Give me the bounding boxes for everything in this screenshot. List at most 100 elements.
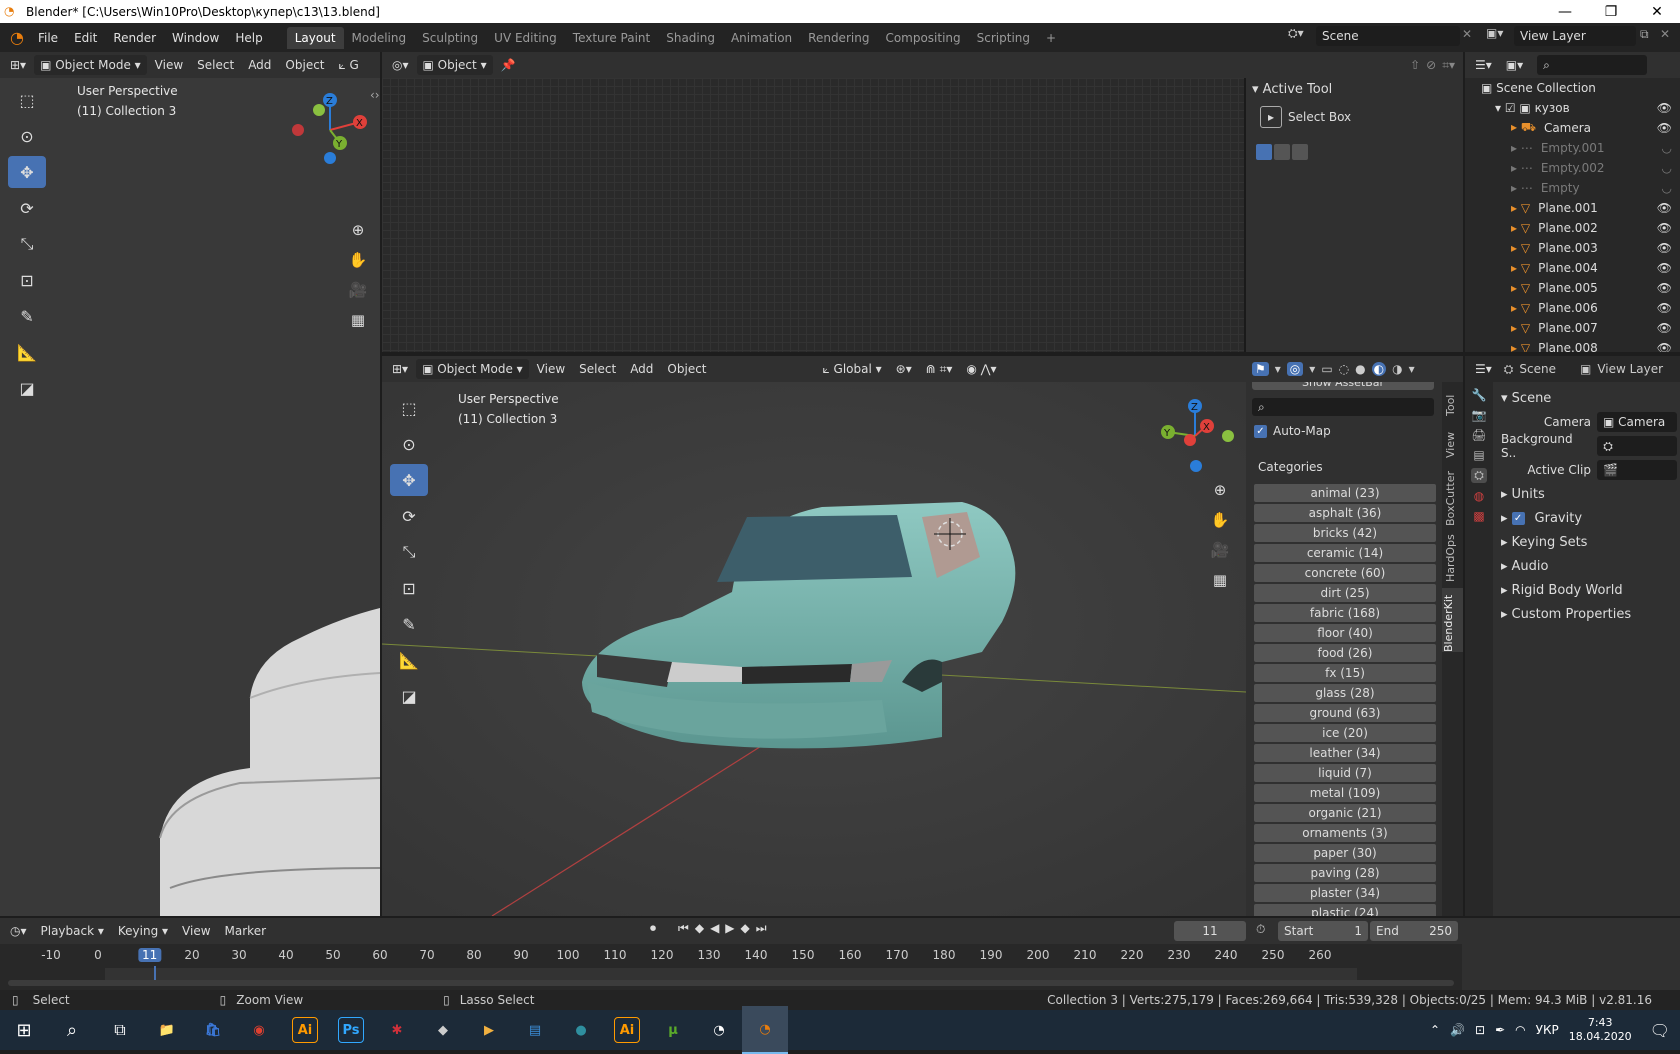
category-button[interactable]: food (26) [1254, 644, 1436, 662]
tool-props-icon[interactable]: 🔧 [1472, 388, 1487, 402]
menu-render[interactable]: Render [105, 27, 164, 49]
collection-eye-icon[interactable]: 👁 [1657, 101, 1672, 115]
category-button[interactable]: fx (15) [1254, 664, 1436, 682]
timeline-menu-view[interactable]: View [176, 921, 216, 941]
tab-sculpting[interactable]: Sculpting [414, 27, 486, 49]
left-camera-view-icon[interactable]: 🎥 [344, 276, 372, 304]
category-button[interactable]: ice (20) [1254, 724, 1436, 742]
visibility-eye-icon[interactable]: 👁 [1657, 261, 1672, 275]
left-menu-select[interactable]: Select [191, 55, 240, 75]
left-transform-tool-icon[interactable]: ⊡ [8, 264, 46, 296]
maximize-button[interactable]: ❐ [1588, 0, 1634, 23]
tab-texture-paint[interactable]: Texture Paint [565, 27, 658, 49]
left-add-cube-tool-icon[interactable]: ◪ [8, 372, 46, 404]
clock-icon[interactable]: ⏱ [1256, 922, 1265, 937]
visibility-eye-icon[interactable]: ◡ [1662, 161, 1672, 175]
select-box-tool-icon[interactable]: ▸ [1260, 106, 1282, 128]
illustrator2-icon[interactable]: Ai [604, 1006, 650, 1054]
auto-map-checkbox[interactable]: ✓ Auto-Map [1254, 424, 1331, 438]
left-orientation[interactable]: ⟀ G [333, 55, 365, 75]
main-menu-object[interactable]: Object [661, 359, 712, 379]
main-viewport[interactable]: ⊞▾ ▣ Object Mode ▾ View Select Add Objec… [382, 356, 1246, 916]
next-keyframe-icon[interactable]: ◆ [741, 921, 750, 936]
visibility-eye-icon[interactable]: ◡ [1662, 181, 1672, 195]
view-layer-selector[interactable]: View Layer [1514, 26, 1636, 46]
gizmo-visibility-icon[interactable]: ⚑ [1252, 362, 1269, 376]
auto-map-check-icon[interactable]: ✓ [1254, 424, 1267, 438]
main-menu-add[interactable]: Add [624, 359, 659, 379]
main-add-cube-tool-icon[interactable]: ◪ [390, 680, 428, 712]
tab-modeling[interactable]: Modeling [344, 27, 415, 49]
left-menu-view[interactable]: View [149, 55, 189, 75]
scene-close-icon[interactable]: ✕ [1462, 27, 1472, 41]
category-button[interactable]: animal (23) [1254, 484, 1436, 502]
tab-view[interactable]: View [1444, 424, 1457, 458]
category-button[interactable]: metal (109) [1254, 784, 1436, 802]
blender-app-icon[interactable]: ◔ [696, 1006, 742, 1054]
tab-layout[interactable]: Layout [286, 26, 344, 49]
left-zoom-icon[interactable]: ⊕ [344, 216, 372, 244]
transform-orientation-dropdown[interactable]: ⟀ Global ▾ [817, 359, 888, 379]
outliner-item[interactable]: ▸ ▽ Plane.003 👁 [1465, 238, 1680, 258]
tab-hardops[interactable]: HardOps [1444, 532, 1457, 582]
main-pan-hand-icon[interactable]: ✋ [1206, 506, 1234, 534]
outliner-item[interactable]: ▸ ▽ Plane.002 👁 [1465, 218, 1680, 238]
menu-file[interactable]: File [30, 27, 66, 49]
category-button[interactable]: ceramic (14) [1254, 544, 1436, 562]
category-button[interactable]: dirt (25) [1254, 584, 1436, 602]
select-mode-subtract-icon[interactable] [1292, 144, 1308, 160]
left-menu-object[interactable]: Object [279, 55, 330, 75]
select-mode-new-icon[interactable] [1256, 144, 1272, 160]
visibility-eye-icon[interactable]: 👁 [1657, 321, 1672, 335]
outliner-item[interactable]: ▸ ▽ Plane.001 👁 [1465, 198, 1680, 218]
tray-chevron-icon[interactable]: ⌃ [1430, 1023, 1440, 1037]
menu-keying[interactable]: Keying ▾ [112, 921, 174, 941]
viewlayer-close-icon[interactable]: ✕ [1660, 27, 1670, 41]
select-mode-extend-icon[interactable] [1274, 144, 1290, 160]
scene-props-icon[interactable]: ⛭ [1471, 468, 1487, 483]
outliner-search-input[interactable]: ⌕ [1537, 55, 1648, 75]
scene-browse-icon[interactable]: ⛭▾ [1288, 26, 1304, 41]
timeline-scrollbar[interactable] [8, 980, 1454, 986]
upload-icon[interactable]: ⇧ [1410, 58, 1420, 72]
gizmo-toggle-icon[interactable]: ⌗▾ [1442, 58, 1455, 73]
current-frame-field[interactable]: 11 [1174, 921, 1246, 941]
left-pan-hand-icon[interactable]: ✋ [344, 246, 372, 274]
subpanel-header[interactable]: ▸ Custom Properties [1501, 602, 1677, 626]
subpanel-header[interactable]: ▸ Audio [1501, 554, 1677, 578]
camera-field[interactable]: ▣ Camera ✕ [1597, 412, 1677, 449]
notification-icon[interactable]: 🗨 [1650, 1021, 1670, 1040]
left-mode-dropdown[interactable]: ▣ Object Mode ▾ [34, 55, 147, 75]
add-workspace-button[interactable]: + [1038, 27, 1064, 49]
subpanel-header[interactable]: ▸ ✓ Gravity [1501, 506, 1677, 530]
outliner-scene-collection[interactable]: ▣ Scene Collection [1465, 78, 1680, 98]
outliner-item[interactable]: ▸ ⛟ Camera 👁 [1465, 118, 1680, 138]
wifi-icon[interactable]: ◠ [1515, 1023, 1525, 1037]
outliner-item[interactable]: ▸ ⋯ Empty.001 ◡ [1465, 138, 1680, 158]
main-editor-type-icon[interactable]: ⊞▾ [386, 359, 414, 379]
tab-rendering[interactable]: Rendering [800, 27, 877, 49]
minimize-button[interactable]: — [1542, 0, 1588, 23]
media-icon[interactable]: ▶ [466, 1006, 512, 1054]
render-props-icon[interactable]: 📷 [1472, 408, 1487, 422]
image-editor[interactable]: ◎▾ ▣ Object ▾ 📌 [382, 52, 1246, 352]
visibility-eye-icon[interactable]: 👁 [1657, 121, 1672, 135]
category-button[interactable]: concrete (60) [1254, 564, 1436, 582]
clock[interactable]: 7:43 18.04.2020 [1569, 1016, 1632, 1044]
end-frame-field[interactable]: End 250 [1370, 921, 1458, 941]
menu-edit[interactable]: Edit [66, 27, 105, 49]
left-rotate-tool-icon[interactable]: ⟳ [8, 192, 46, 224]
snap-magnet-icon[interactable]: ⋒ ⌗▾ [920, 359, 959, 379]
scene-section-header[interactable]: ▾ Scene [1501, 386, 1677, 410]
visibility-eye-icon[interactable]: 👁 [1657, 341, 1672, 352]
tab-uv-editing[interactable]: UV Editing [486, 27, 565, 49]
category-button[interactable]: bricks (42) [1254, 524, 1436, 542]
shading-rendered-icon[interactable]: ◑ [1392, 362, 1402, 376]
timeline-type-icon[interactable]: ◷▾ [4, 921, 33, 941]
tab-shading[interactable]: Shading [658, 27, 723, 49]
menu-marker[interactable]: Marker [219, 921, 272, 941]
tab-animation[interactable]: Animation [723, 27, 800, 49]
main-nav-gizmo[interactable]: Z X Y [1152, 392, 1242, 476]
left-viewport[interactable]: ⊞▾ ▣ Object Mode ▾ View Select Add Objec… [0, 52, 380, 916]
asset-search-input[interactable]: ⌕ [1252, 398, 1434, 416]
